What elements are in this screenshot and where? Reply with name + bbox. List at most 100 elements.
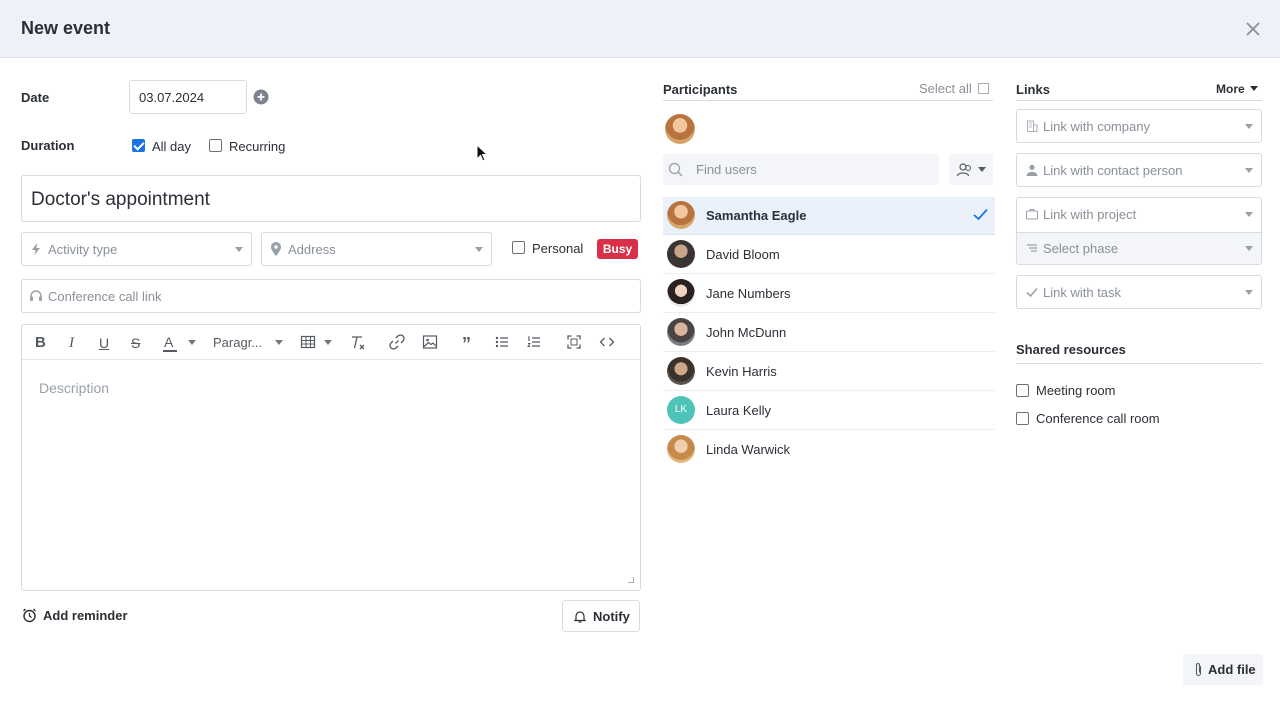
notify-button[interactable]: Notify [562, 600, 640, 632]
quote-button[interactable]: ” [462, 334, 471, 354]
user-row-laura-kelly[interactable]: LK Laura Kelly [663, 392, 995, 430]
notify-label: Notify [593, 609, 630, 624]
participants-title: Participants [663, 82, 738, 97]
chevron-down-icon [275, 340, 283, 345]
user-filter-button[interactable] [949, 154, 993, 185]
bullet-list-button[interactable] [494, 334, 510, 352]
resize-handle[interactable] [628, 577, 634, 583]
links-title: Links [1016, 82, 1050, 97]
user-row-jane-numbers[interactable]: Jane Numbers [663, 275, 995, 313]
address-select[interactable]: Address [261, 232, 492, 266]
all-day-label: All day [152, 139, 192, 154]
chevron-down-icon [1245, 168, 1253, 173]
shared-resources-title: Shared resources [1016, 342, 1126, 357]
select-all-checkbox[interactable] [978, 83, 990, 94]
mouse-cursor-icon [476, 144, 488, 162]
avatar [667, 240, 695, 268]
chevron-down-icon [324, 340, 332, 345]
user-name: Linda Warwick [706, 442, 791, 457]
link-button[interactable] [389, 334, 405, 352]
image-button[interactable] [422, 334, 438, 352]
link-project-select[interactable]: Link with project [1016, 197, 1262, 233]
search-icon [668, 162, 683, 177]
fullscreen-button[interactable] [566, 334, 582, 352]
chevron-down-icon [475, 247, 483, 252]
chevron-down-icon [1245, 246, 1253, 251]
select-all-button[interactable]: Select all [919, 81, 990, 96]
selected-participant-avatar[interactable] [665, 114, 695, 144]
building-icon [1027, 120, 1038, 132]
conference-room-label: Conference call room [1036, 411, 1160, 426]
find-users-input[interactable]: Find users [663, 154, 939, 185]
user-name: Kevin Harris [706, 364, 777, 379]
paragraph-label: Paragr... [213, 335, 263, 350]
text-color-icon: A [164, 334, 174, 350]
phase-icon [1027, 244, 1037, 252]
map-pin-icon [271, 242, 281, 256]
user-row-john-mcdunn[interactable]: John McDunn [663, 314, 995, 352]
user-row-david-bloom[interactable]: David Bloom [663, 236, 995, 274]
personal-checkbox[interactable] [512, 241, 525, 254]
conference-room-checkbox[interactable] [1016, 412, 1029, 425]
date-label: Date [21, 90, 50, 105]
paragraph-select[interactable]: Paragr... [213, 334, 286, 352]
date-input[interactable]: 03.07.2024 [129, 80, 247, 114]
link-task-select[interactable]: Link with task [1016, 275, 1262, 309]
address-placeholder: Address [288, 242, 336, 257]
user-name: John McDunn [706, 325, 787, 340]
bullet-list-icon [495, 336, 508, 348]
underline-button[interactable]: U [99, 334, 109, 352]
event-title-value: Doctor's appointment [31, 189, 210, 210]
chevron-down-icon [978, 167, 986, 172]
more-label: More [1216, 82, 1245, 96]
all-day-checkbox[interactable] [132, 139, 145, 152]
user-name: Jane Numbers [706, 286, 791, 301]
more-button[interactable]: More [1216, 82, 1259, 96]
avatar [667, 357, 695, 385]
strikethrough-button[interactable]: S [131, 334, 140, 352]
text-color-button[interactable]: A [162, 334, 196, 352]
user-row-samantha-eagle[interactable]: Samantha Eagle [663, 197, 995, 235]
meeting-room-checkbox[interactable] [1016, 384, 1029, 397]
table-icon [300, 335, 316, 349]
add-date-button[interactable] [253, 89, 269, 105]
link-task-placeholder: Link with task [1043, 285, 1122, 300]
chevron-down-icon [1245, 290, 1253, 295]
add-reminder-label: Add reminder [43, 608, 128, 623]
avatar [667, 279, 695, 307]
quote-icon: ” [462, 334, 471, 354]
add-file-button[interactable]: Add file [1183, 654, 1263, 685]
source-code-button[interactable] [599, 334, 615, 352]
link-company-select[interactable]: Link with company [1016, 109, 1262, 143]
select-phase-select[interactable]: Select phase [1016, 232, 1262, 265]
activity-type-select[interactable]: Activity type [21, 232, 252, 266]
avatar: LK [667, 396, 695, 424]
conference-link-input[interactable]: Conference call link [21, 279, 641, 313]
meeting-room-label: Meeting room [1036, 383, 1116, 398]
italic-button[interactable]: I [69, 334, 74, 352]
table-button[interactable] [300, 334, 334, 352]
numbered-list-button[interactable] [526, 334, 542, 352]
find-users-placeholder: Find users [696, 162, 757, 177]
personal-label: Personal [532, 241, 584, 256]
fullscreen-icon [567, 335, 581, 349]
paperclip-icon [1195, 663, 1202, 677]
link-contact-select[interactable]: Link with contact person [1016, 153, 1262, 187]
description-editor[interactable]: Description [21, 359, 641, 591]
avatar [667, 318, 695, 346]
close-button[interactable] [1242, 18, 1264, 40]
clear-format-button[interactable] [349, 334, 365, 352]
close-icon [1246, 22, 1260, 36]
busy-badge[interactable]: Busy [597, 239, 638, 259]
user-row-kevin-harris[interactable]: Kevin Harris [663, 353, 995, 391]
event-title-input[interactable]: Doctor's appointment [21, 175, 641, 222]
bold-button[interactable]: B [35, 334, 46, 352]
briefcase-icon [1026, 209, 1038, 220]
link-company-placeholder: Link with company [1043, 119, 1150, 134]
recurring-checkbox[interactable] [209, 139, 222, 152]
link-project-placeholder: Link with project [1043, 207, 1137, 222]
headset-icon [30, 290, 42, 301]
clear-format-icon [352, 336, 365, 350]
user-row-linda-warwick[interactable]: Linda Warwick [663, 431, 995, 469]
plus-circle-icon [253, 89, 269, 105]
